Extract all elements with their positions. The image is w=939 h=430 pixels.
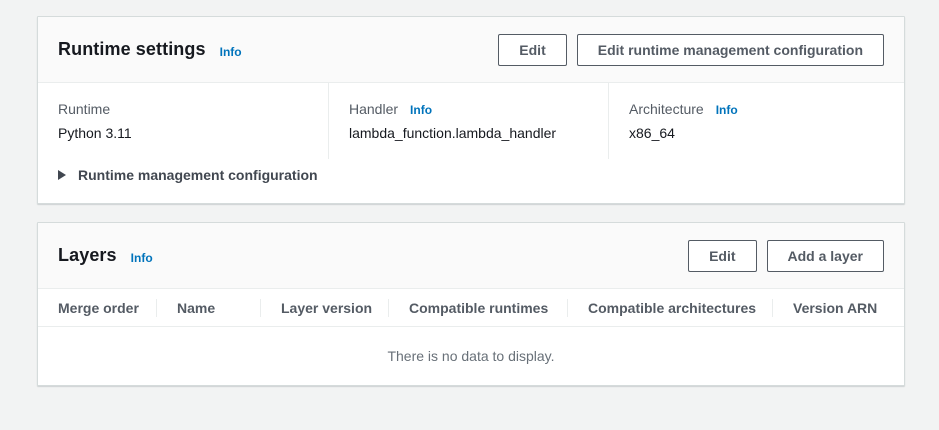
layers-actions: Edit Add a layer [688, 240, 884, 272]
handler-field-label: Handler [349, 101, 398, 117]
architecture-field-label: Architecture [629, 101, 704, 117]
architecture-info-link[interactable]: Info [716, 103, 738, 117]
edit-layers-button[interactable]: Edit [688, 240, 756, 272]
runtime-field-label: Runtime [58, 101, 110, 117]
column-header-merge-order: Merge order [38, 300, 156, 316]
runtime-management-configuration-expander[interactable]: Runtime management configuration [38, 159, 904, 203]
architecture-field-value: x86_64 [629, 125, 884, 141]
column-header-layer-version: Layer version [261, 300, 388, 316]
runtime-settings-fields: Runtime Python 3.11 Handler Info lambda_… [38, 83, 904, 159]
runtime-management-configuration-expander-label: Runtime management configuration [78, 167, 318, 183]
layers-table-header: Merge order Name Layer version Compatibl… [38, 289, 904, 327]
runtime-field-value: Python 3.11 [58, 125, 308, 141]
runtime-settings-actions: Edit Edit runtime management configurati… [498, 34, 884, 66]
handler-field: Handler Info lambda_function.lambda_hand… [328, 83, 608, 159]
column-header-version-arn: Version ARN [773, 300, 904, 316]
runtime-settings-header: Runtime settings Info Edit Edit runtime … [38, 17, 904, 83]
handler-info-link[interactable]: Info [410, 103, 432, 117]
layers-header: Layers Info Edit Add a layer [38, 223, 904, 289]
runtime-field: Runtime Python 3.11 [38, 83, 328, 159]
edit-runtime-settings-button[interactable]: Edit [498, 34, 566, 66]
runtime-settings-title: Runtime settings [58, 39, 206, 60]
column-header-compatible-runtimes: Compatible runtimes [389, 300, 567, 316]
column-header-compatible-architectures: Compatible architectures [568, 300, 772, 316]
column-header-name: Name [157, 300, 260, 316]
architecture-field: Architecture Info x86_64 [608, 83, 904, 159]
caret-right-icon [58, 170, 66, 180]
add-a-layer-button[interactable]: Add a layer [767, 240, 884, 272]
layers-title: Layers [58, 245, 117, 266]
edit-runtime-management-configuration-button[interactable]: Edit runtime management configuration [577, 34, 884, 66]
runtime-settings-info-link[interactable]: Info [220, 45, 242, 59]
layers-panel: Layers Info Edit Add a layer Merge order… [37, 222, 905, 386]
empty-state-message: There is no data to display. [387, 348, 554, 364]
runtime-settings-panel: Runtime settings Info Edit Edit runtime … [37, 16, 905, 204]
handler-field-value: lambda_function.lambda_handler [349, 125, 588, 141]
layers-table-empty-state: There is no data to display. [38, 327, 904, 385]
layers-info-link[interactable]: Info [131, 251, 153, 265]
